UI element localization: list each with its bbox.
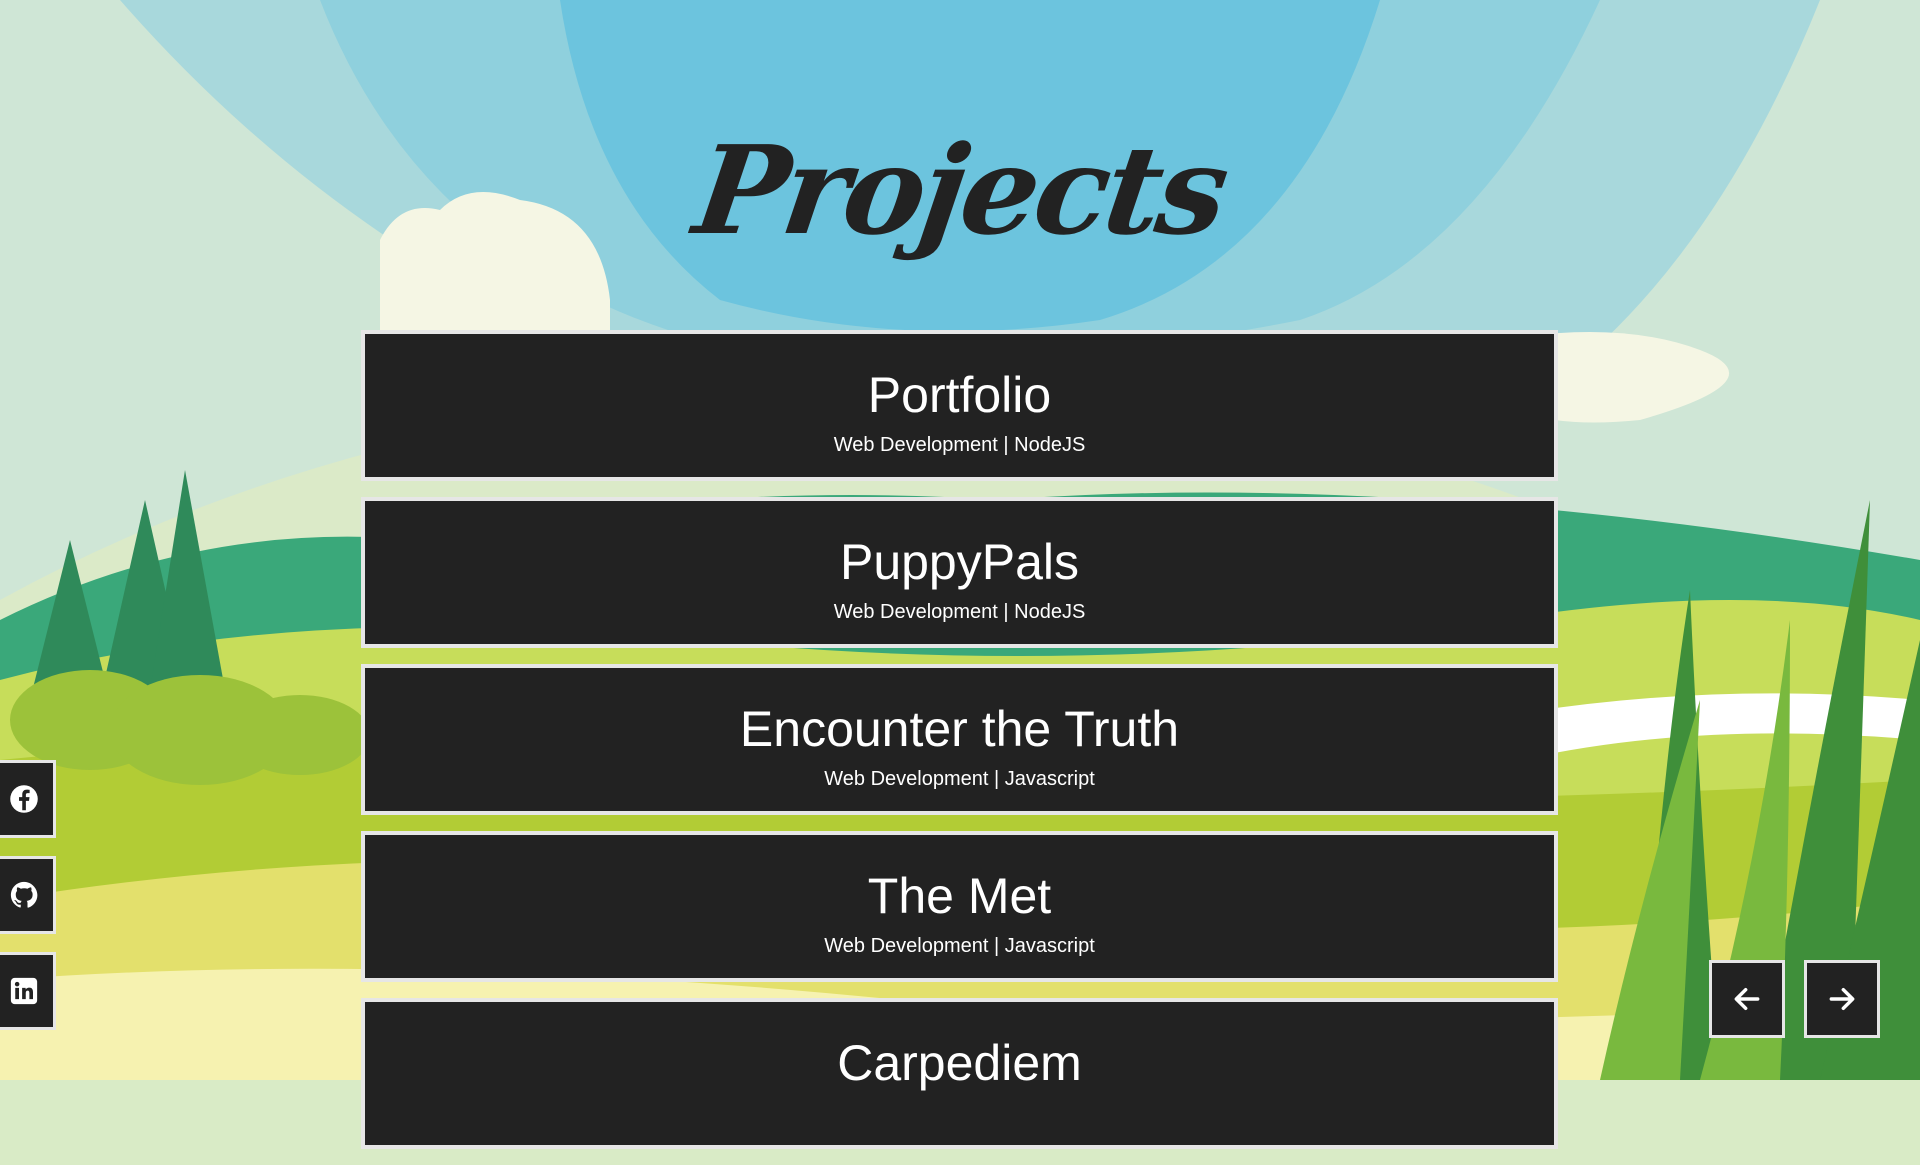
project-name: Portfolio <box>867 367 1052 423</box>
project-card[interactable]: Carpediem <box>361 998 1558 1149</box>
project-card[interactable]: The Met Web Development | Javascript <box>361 831 1558 982</box>
project-card[interactable]: Encounter the Truth Web Development | Ja… <box>361 664 1558 815</box>
github-button[interactable] <box>0 856 56 934</box>
project-name: Carpediem <box>837 1035 1082 1091</box>
facebook-icon <box>9 785 38 813</box>
linkedin-icon <box>10 977 37 1005</box>
social-links <box>0 760 56 1048</box>
github-icon <box>10 881 37 908</box>
arrow-right-icon <box>1829 987 1855 1011</box>
page-title: Projects <box>686 118 1234 262</box>
project-name: Encounter the Truth <box>739 701 1180 757</box>
project-name: The Met <box>867 868 1052 924</box>
facebook-button[interactable] <box>0 760 56 838</box>
project-tags: Web Development | Javascript <box>824 935 1095 957</box>
project-card[interactable]: PuppyPals Web Development | NodeJS <box>361 497 1558 648</box>
project-tags: Web Development | NodeJS <box>833 434 1086 456</box>
linkedin-button[interactable] <box>0 952 56 1030</box>
next-button[interactable] <box>1804 960 1880 1038</box>
project-tags: Web Development | Javascript <box>824 768 1095 790</box>
project-card[interactable]: Portfolio Web Development | NodeJS <box>361 330 1558 481</box>
previous-button[interactable] <box>1709 960 1785 1038</box>
project-tags: Web Development | NodeJS <box>833 601 1086 623</box>
arrow-left-icon <box>1734 987 1760 1011</box>
project-list: Portfolio Web Development | NodeJS Puppy… <box>361 330 1558 1165</box>
project-name: PuppyPals <box>839 534 1080 590</box>
